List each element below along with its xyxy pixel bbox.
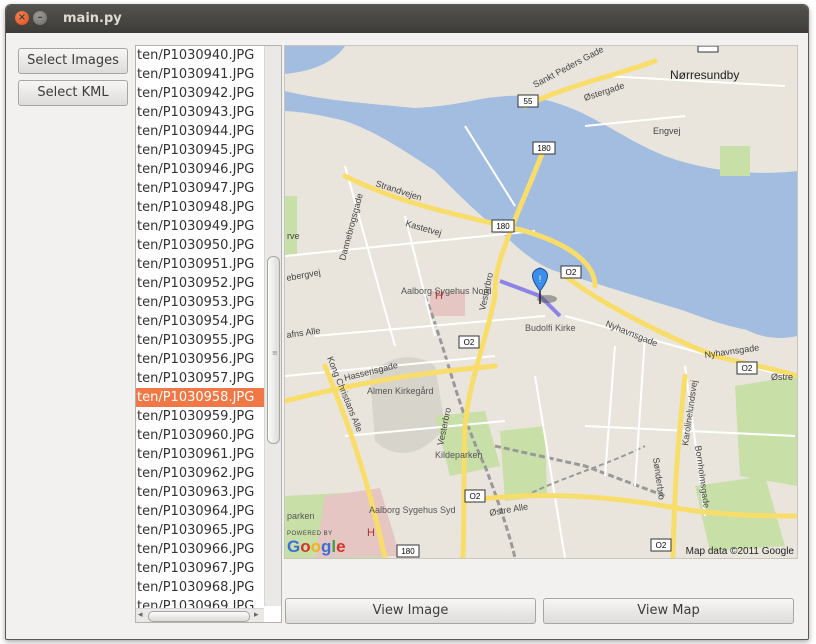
select-images-button[interactable]: Select Images <box>18 48 128 74</box>
place-label: Kildeparken <box>435 450 483 460</box>
list-item[interactable]: ten/P1030962.JPG <box>136 464 264 483</box>
list-item[interactable]: ten/P1030944.JPG <box>136 122 264 141</box>
view-image-button[interactable]: View Image <box>285 598 536 624</box>
road-shield: 180 <box>491 219 515 233</box>
svg-text:O2: O2 <box>566 268 577 277</box>
svg-text:180: 180 <box>496 222 510 231</box>
place-label: Almen Kirkegård <box>367 386 434 396</box>
list-item[interactable]: ten/P1030965.JPG <box>136 521 264 540</box>
street-label: rve <box>287 231 300 241</box>
list-item[interactable]: ten/P1030948.JPG <box>136 198 264 217</box>
list-item[interactable]: ten/P1030955.JPG <box>136 331 264 350</box>
svg-text:O2: O2 <box>656 541 667 550</box>
road-shield: O2 <box>464 489 486 503</box>
scrollbar-thumb[interactable]: ≡ <box>267 256 280 444</box>
road-shield: O2 <box>736 361 758 375</box>
list-item[interactable]: ten/P1030941.JPG <box>136 65 264 84</box>
svg-text:O2: O2 <box>464 338 475 347</box>
list-item[interactable]: ten/P1030958.JPG <box>136 388 264 407</box>
svg-text:O2: O2 <box>470 492 481 501</box>
list-item[interactable]: ten/P1030953.JPG <box>136 293 264 312</box>
list-item[interactable]: ten/P1030956.JPG <box>136 350 264 369</box>
place-label: Aalborg Sygehus Nord <box>401 286 492 296</box>
scroll-right-icon[interactable]: ▸ <box>254 610 259 620</box>
svg-text:O2: O2 <box>742 364 753 373</box>
hospital-icon: H <box>367 527 375 539</box>
road-shield <box>697 46 719 53</box>
road-shield: O2 <box>458 335 480 349</box>
file-list-items: ten/P1030940.JPG ten/P1030941.JPG ten/P103… <box>136 46 264 616</box>
list-item[interactable]: ten/P1030952.JPG <box>136 274 264 293</box>
list-item[interactable]: ten/P1030954.JPG <box>136 312 264 331</box>
place-label: Budolfi Kirke <box>525 323 576 333</box>
place-label: parken <box>287 511 315 521</box>
list-item[interactable]: ten/P1030964.JPG <box>136 502 264 521</box>
minimize-icon[interactable]: – <box>33 11 47 25</box>
list-item[interactable]: ten/P1030961.JPG <box>136 445 264 464</box>
svg-text:!: ! <box>539 274 542 284</box>
grip-icon: ≡ <box>272 349 278 357</box>
place-label: Aalborg Sygehus Syd <box>369 505 456 515</box>
select-kml-button[interactable]: Select KML <box>18 80 128 106</box>
google-logo-text: Google <box>287 537 346 556</box>
city-label: Nørresundby <box>670 68 739 82</box>
horizontal-scrollbar[interactable]: ◂ ▸ <box>136 608 264 622</box>
title-bar: × – main.py <box>6 5 808 33</box>
app-window: × – main.py Select Images Select KML ten… <box>5 4 809 640</box>
list-item[interactable]: ten/P1030945.JPG <box>136 141 264 160</box>
road-shield: 180 <box>396 544 420 558</box>
road-shield: O2 <box>650 538 672 552</box>
street-label: Engvej <box>653 126 681 136</box>
list-item[interactable]: ten/P1030963.JPG <box>136 483 264 502</box>
list-item[interactable]: ten/P1030960.JPG <box>136 426 264 445</box>
list-item[interactable]: ten/P1030943.JPG <box>136 103 264 122</box>
google-logo[interactable]: POWERED BY Google <box>287 531 346 557</box>
road-shield: O2 <box>560 265 582 279</box>
close-icon[interactable]: × <box>15 11 29 25</box>
road-shield: 180 <box>532 141 556 155</box>
scroll-left-icon[interactable]: ◂ <box>138 610 143 620</box>
vertical-scrollbar[interactable]: ≡ <box>264 46 281 606</box>
list-item[interactable]: ten/P1030967.JPG <box>136 559 264 578</box>
list-item[interactable]: ten/P1030951.JPG <box>136 255 264 274</box>
list-item[interactable]: ten/P1030942.JPG <box>136 84 264 103</box>
svg-text:55: 55 <box>524 97 533 106</box>
svg-text:180: 180 <box>537 144 551 153</box>
list-item[interactable]: ten/P1030957.JPG <box>136 369 264 388</box>
horizontal-scrollbar-thumb[interactable] <box>148 611 250 622</box>
window-title: main.py <box>63 11 122 26</box>
list-item[interactable]: ten/P1030947.JPG <box>136 179 264 198</box>
road-shield: 55 <box>517 94 539 108</box>
view-map-button[interactable]: View Map <box>543 598 794 624</box>
map-attribution: Map data ©2011 Google <box>685 546 794 557</box>
street-label: Østre <box>771 372 793 382</box>
svg-text:180: 180 <box>401 547 415 556</box>
list-item[interactable]: ten/P1030946.JPG <box>136 160 264 179</box>
list-item[interactable]: ten/P1030968.JPG <box>136 578 264 597</box>
list-item[interactable]: ten/P1030950.JPG <box>136 236 264 255</box>
list-item[interactable]: ten/P1030966.JPG <box>136 540 264 559</box>
map-view[interactable]: ! 55 180 180 O2 O2 O2 O2 O2 180 Nørresun… <box>284 45 798 559</box>
map-canvas[interactable]: ! 55 180 180 O2 O2 O2 O2 O2 180 Nørresun… <box>285 46 797 558</box>
hospital-icon: H <box>435 290 443 302</box>
list-item[interactable]: ten/P1030949.JPG <box>136 217 264 236</box>
list-item[interactable]: ten/P1030959.JPG <box>136 407 264 426</box>
list-item[interactable]: ten/P1030940.JPG <box>136 46 264 65</box>
file-list[interactable]: ten/P1030940.JPG ten/P1030941.JPG ten/P103… <box>135 45 282 623</box>
